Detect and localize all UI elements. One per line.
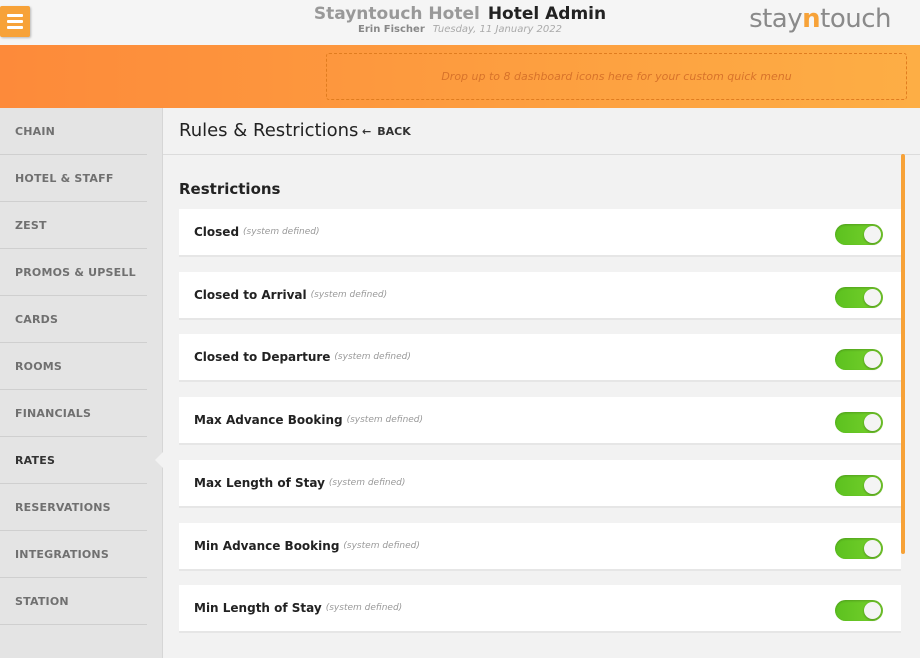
- hotel-name: Stayntouch Hotel: [313, 4, 480, 24]
- quick-menu-bar: Drop up to 8 dashboard icons here for yo…: [0, 45, 920, 108]
- toggle-knob: [864, 226, 881, 243]
- sidebar-item-zest[interactable]: ZEST: [0, 202, 147, 249]
- restriction-row: Closed to Departure (system defined): [179, 334, 901, 382]
- toggle-knob: [864, 477, 881, 494]
- back-label: BACK: [377, 125, 411, 138]
- stayntouch-logo: stayntouch: [749, 4, 891, 34]
- restriction-label: Min Advance Booking (system defined): [194, 523, 420, 569]
- restriction-toggle[interactable]: [835, 287, 883, 308]
- restriction-note: (system defined): [325, 603, 403, 613]
- toggle-knob: [864, 351, 881, 368]
- restriction-name: Max Length of Stay: [194, 476, 325, 490]
- restriction-note: (system defined): [343, 541, 420, 551]
- sidebar-item-chain[interactable]: CHAIN: [0, 108, 147, 155]
- restriction-note: (system defined): [346, 415, 424, 425]
- sidebar-item-rooms[interactable]: ROOMS: [0, 343, 147, 390]
- restriction-row: Closed (system defined): [179, 209, 901, 257]
- restriction-label: Max Advance Booking (system defined): [194, 397, 423, 443]
- restriction-name: Closed to Arrival: [194, 288, 307, 302]
- restriction-toggle[interactable]: [835, 224, 883, 245]
- restriction-toggle[interactable]: [835, 600, 883, 621]
- scrollbar[interactable]: [901, 154, 905, 554]
- user-name: Erin Fischer: [358, 24, 425, 35]
- main-content: Rules & Restrictions ← BACK Restrictions…: [163, 108, 920, 658]
- sidebar-nav: CHAIN HOTEL & STAFF ZEST PROMOS & UPSELL CAR…: [0, 108, 163, 658]
- sidebar-item-cards[interactable]: CARDS: [0, 296, 147, 343]
- restriction-label: Closed to Departure (system defined): [194, 334, 411, 380]
- sidebar-item-reservations[interactable]: RESERVATIONS: [0, 484, 147, 531]
- sidebar-item-rates[interactable]: RATES: [0, 437, 147, 484]
- divider: [163, 154, 920, 155]
- restriction-label: Closed (system defined): [194, 209, 320, 255]
- sidebar-item-financials[interactable]: FINANCIALS: [0, 390, 147, 437]
- restriction-note: (system defined): [328, 478, 406, 488]
- restriction-name: Min Advance Booking: [194, 539, 340, 553]
- page-title: Rules & Restrictions: [179, 120, 359, 141]
- restriction-toggle[interactable]: [835, 412, 883, 433]
- restriction-note: (system defined): [243, 227, 320, 237]
- restriction-name: Max Advance Booking: [194, 413, 343, 427]
- sidebar-item-integrations[interactable]: INTEGRATIONS: [0, 531, 147, 578]
- business-date: Tuesday, 11 January 2022: [432, 24, 562, 35]
- back-button[interactable]: ← BACK: [362, 125, 411, 138]
- toggle-knob: [864, 414, 881, 431]
- restriction-label: Min Length of Stay (system defined): [194, 585, 402, 631]
- restriction-row: Min Advance Booking (system defined): [179, 523, 901, 571]
- restriction-row: Max Length of Stay (system defined): [179, 460, 901, 508]
- section-title: Restrictions: [179, 180, 281, 198]
- restriction-label: Closed to Arrival (system defined): [194, 272, 387, 318]
- restriction-row: Min Length of Stay (system defined): [179, 585, 901, 633]
- restriction-toggle[interactable]: [835, 349, 883, 370]
- toggle-knob: [864, 540, 881, 557]
- restriction-toggle[interactable]: [835, 538, 883, 559]
- restriction-row: Max Advance Booking (system defined): [179, 397, 901, 445]
- app-name: Hotel Admin: [487, 4, 607, 24]
- restriction-toggle[interactable]: [835, 475, 883, 496]
- toggle-knob: [864, 289, 881, 306]
- restriction-label: Max Length of Stay (system defined): [194, 460, 405, 506]
- restriction-name: Closed: [194, 225, 240, 239]
- toggle-knob: [864, 602, 881, 619]
- restriction-row: Closed to Arrival (system defined): [179, 272, 901, 320]
- restriction-note: (system defined): [310, 290, 388, 300]
- top-header: Stayntouch Hotel Hotel Admin Erin Fischer…: [0, 0, 920, 45]
- sidebar-item-promos-upsell[interactable]: PROMOS & UPSELL: [0, 249, 147, 296]
- arrow-left-icon: ←: [362, 125, 372, 138]
- restriction-name: Closed to Departure: [194, 350, 331, 364]
- quick-menu-dropzone[interactable]: Drop up to 8 dashboard icons here for yo…: [326, 53, 907, 100]
- active-pointer: [155, 452, 163, 468]
- restriction-name: Min Length of Stay: [194, 601, 322, 615]
- dropzone-placeholder: Drop up to 8 dashboard icons here for yo…: [441, 70, 792, 83]
- sidebar-item-station[interactable]: STATION: [0, 578, 147, 625]
- restriction-note: (system defined): [334, 352, 411, 362]
- sidebar-item-hotel-staff[interactable]: HOTEL & STAFF: [0, 155, 147, 202]
